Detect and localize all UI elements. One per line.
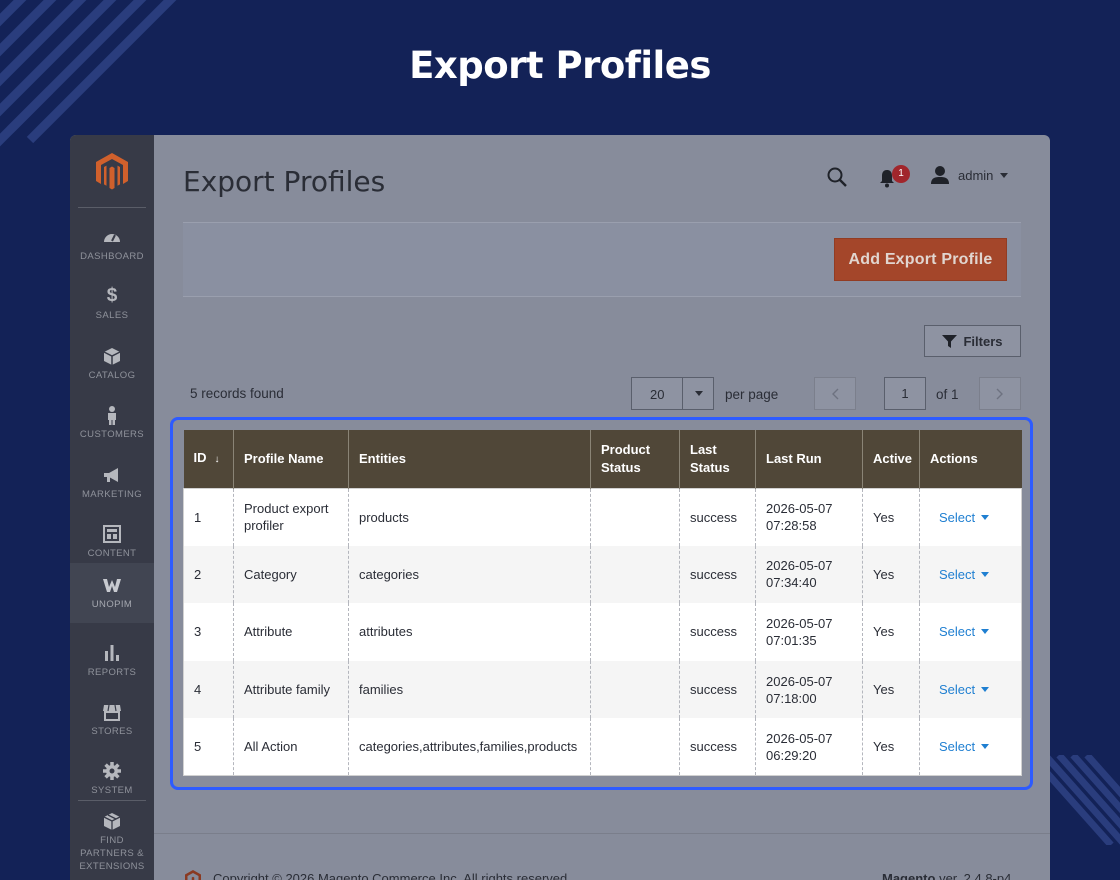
sidebar-item-label: DASHBOARD [80,251,144,262]
sidebar-item-label: SYSTEM [91,785,133,796]
notification-badge: 1 [892,165,910,183]
sidebar-item-unopim[interactable]: UNOPIM [70,563,154,623]
grid-highlight-frame [170,417,1033,790]
decorative-stripes-bottom [1045,755,1120,845]
sidebar-item-catalog[interactable]: CATALOG [70,334,154,394]
add-export-profile-button[interactable]: Add Export Profile [834,238,1007,281]
page-count: of 1 [936,387,959,402]
user-icon[interactable] [930,165,950,185]
admin-window: DASHBOARD $ SALES CATALOG CUSTOMERS MARK… [70,135,1050,880]
per-page-divider [682,378,683,409]
footer-brand: Magento [882,871,936,880]
user-menu[interactable]: admin [958,168,993,183]
filters-button[interactable]: Filters [924,325,1021,357]
per-page-select[interactable]: 20 [631,377,714,410]
per-page-value: 20 [650,387,665,402]
sidebar-item-label: SALES [95,310,129,321]
gear-icon [103,762,121,780]
box-icon [103,348,121,365]
sidebar-item-dashboard[interactable]: DASHBOARD [70,215,154,275]
search-icon[interactable] [826,166,848,188]
hero-title: Export Profiles [409,44,711,87]
footer-copyright: Copyright © 2026 Magento Commerce Inc. A… [213,871,571,880]
chevron-down-icon[interactable] [695,391,703,396]
box-stack-icon [103,813,121,830]
page-number-input[interactable]: 1 [884,377,926,410]
sidebar-item-label: CONTENT [87,548,137,559]
unopim-icon [103,579,121,592]
magento-logo-icon [185,870,201,880]
megaphone-icon [104,468,118,482]
filter-icon [942,334,958,348]
footer-version-number: ver. 2.4.8-p4 [939,871,1012,880]
bar-chart-icon [105,645,119,661]
dashboard-icon [104,234,120,242]
sidebar-divider [78,207,146,208]
page-title: Export Profiles [183,165,386,198]
next-page-button[interactable] [979,377,1021,410]
chevron-down-icon[interactable] [1000,173,1008,178]
sidebar-item-label: UNOPIM [91,599,133,610]
sidebar-item-partners[interactable]: FIND PARTNERS & EXTENSIONS [70,805,154,875]
footer-divider [154,833,1050,834]
sidebar-item-label: FIND PARTNERS & EXTENSIONS [79,835,145,872]
sidebar-item-label: REPORTS [87,667,137,678]
store-icon [103,704,121,721]
sidebar-item-stores[interactable]: STORES [70,690,154,750]
sidebar-item-sales[interactable]: $ SALES [70,274,154,334]
sidebar-item-label: STORES [91,726,133,737]
sidebar-item-label: MARKETING [81,489,143,500]
chevron-right-icon [996,388,1003,399]
footer-version: Magento ver. 2.4.8-p4 [882,871,1011,880]
sidebar-item-customers[interactable]: CUSTOMERS [70,393,154,453]
sidebar-item-label: CATALOG [88,370,136,381]
magento-logo-icon[interactable] [94,151,130,191]
sidebar-item-marketing[interactable]: MARKETING [70,453,154,513]
layout-icon [103,525,121,543]
filters-label: Filters [963,333,1003,349]
sidebar-divider [78,800,146,801]
chevron-left-icon [832,388,839,399]
admin-sidebar: DASHBOARD $ SALES CATALOG CUSTOMERS MARK… [70,135,154,880]
person-icon [108,406,116,425]
sidebar-item-label: CUSTOMERS [79,429,145,440]
records-count: 5 records found [190,386,284,401]
per-page-label: per page [725,387,779,402]
dollar-icon: $ [106,285,118,306]
sidebar-item-reports[interactable]: REPORTS [70,631,154,691]
previous-page-button[interactable] [814,377,856,410]
